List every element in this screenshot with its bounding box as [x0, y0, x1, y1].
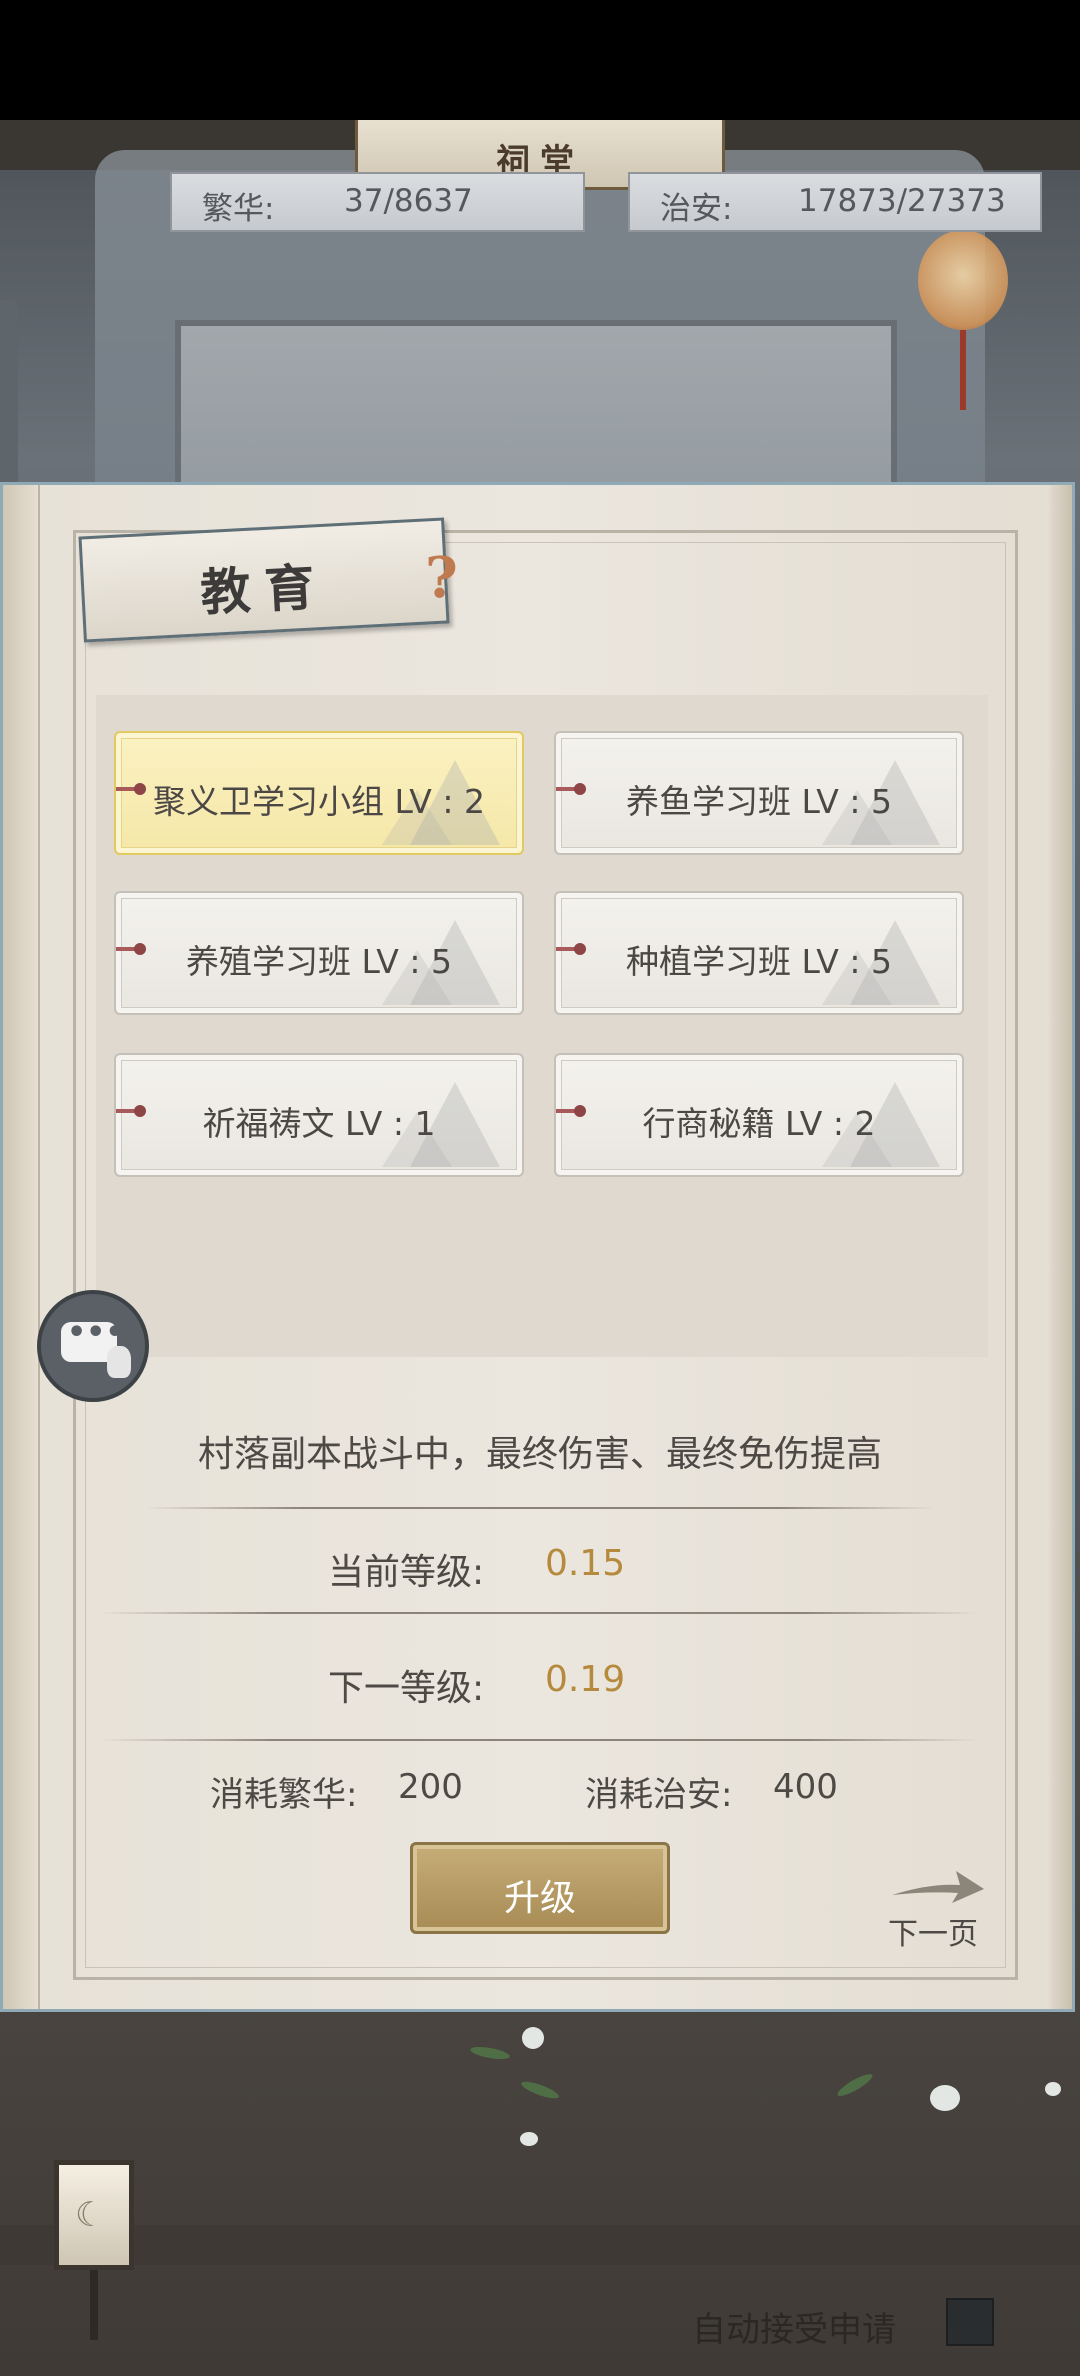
cost-prosperity-value: 200 — [398, 1767, 463, 1807]
skill-label: 祈福祷文 LV : 1 — [202, 1104, 436, 1143]
skill-description: 村落副本战斗中，最终伤害、最终免伤提高 — [197, 1434, 882, 1475]
lamp-icon[interactable]: ☾ — [54, 2160, 134, 2270]
skill-card-trade[interactable]: 行商秘籍 LV : 2 — [554, 1053, 964, 1177]
next-page-label: 下一页 — [888, 1917, 978, 1952]
bottle-icon — [107, 1346, 131, 1378]
skill-label: 行商秘籍 LV : 2 — [642, 1104, 876, 1143]
lantern-icon — [918, 230, 1008, 330]
education-book-panel: 教育 ? 聚义卫学习小组 LV : 2 养鱼学习班 LV : 5 养殖学习班 L… — [0, 482, 1075, 2012]
auto-accept-checkbox[interactable] — [946, 2298, 994, 2346]
lantern-tassel — [960, 330, 966, 410]
cost-security-value: 400 — [773, 1767, 838, 1807]
chat-dots: ••• — [67, 1315, 125, 1350]
skill-card-fish[interactable]: 养鱼学习班 LV : 5 — [554, 731, 964, 855]
security-value: 17873/27373 — [798, 183, 1006, 219]
cost-prosperity-label: 消耗繁华: — [210, 1775, 358, 1815]
skill-list: 聚义卫学习小组 LV : 2 养鱼学习班 LV : 5 养殖学习班 LV : 5… — [96, 695, 988, 1357]
book-spine — [3, 485, 40, 2009]
skill-label: 聚义卫学习小组 LV : 2 — [153, 782, 485, 821]
skill-label: 养殖学习班 LV : 5 — [186, 942, 452, 981]
petal-decoration — [1045, 2082, 1061, 2096]
divider — [100, 1612, 980, 1614]
arrow-right-icon — [892, 1871, 984, 1903]
petal-decoration — [520, 2132, 538, 2146]
skill-label: 种植学习班 LV : 5 — [626, 942, 892, 981]
prosperity-label: 繁华: — [202, 191, 275, 227]
skill-label: 养鱼学习班 LV : 5 — [626, 782, 892, 821]
next-level-label: 下一等级: — [328, 1668, 485, 1709]
skill-card-juyiwei[interactable]: 聚义卫学习小组 LV : 2 — [114, 731, 524, 855]
upgrade-button[interactable]: 升级 — [410, 1842, 670, 1934]
question-mark-icon[interactable]: ? — [425, 545, 458, 611]
moon-icon: ☾ — [75, 2195, 106, 2235]
prosperity-bar: 繁华: 37/8637 — [170, 172, 585, 232]
book-edge — [1050, 485, 1072, 2009]
divider — [145, 1507, 935, 1509]
skill-card-planting[interactable]: 种植学习班 LV : 5 — [554, 891, 964, 1015]
security-bar: 治安: 17873/27373 — [628, 172, 1042, 232]
prosperity-value: 37/8637 — [344, 183, 473, 219]
panel-title: 教育 — [199, 556, 330, 623]
chat-button[interactable]: ••• — [37, 1290, 149, 1402]
skill-card-breeding[interactable]: 养殖学习班 LV : 5 — [114, 891, 524, 1015]
lamp-pole — [90, 2270, 98, 2340]
current-level-value: 0.15 — [545, 1543, 626, 1584]
auto-accept-label: 自动接受申请 — [692, 2310, 896, 2350]
petal-decoration — [522, 2027, 544, 2049]
next-level-value: 0.19 — [545, 1659, 626, 1700]
divider — [100, 1739, 980, 1741]
upgrade-label: 升级 — [503, 1878, 576, 1919]
current-level-label: 当前等级: — [328, 1552, 485, 1593]
cost-security-label: 消耗治安: — [585, 1775, 733, 1815]
skill-card-prayer[interactable]: 祈福祷文 LV : 1 — [114, 1053, 524, 1177]
security-label: 治安: — [660, 191, 733, 227]
floor-beam — [0, 2225, 1080, 2265]
petal-decoration — [930, 2085, 960, 2111]
next-page-button[interactable]: 下一页 — [880, 1865, 990, 1952]
title-plaque: 教育 — [78, 517, 450, 643]
